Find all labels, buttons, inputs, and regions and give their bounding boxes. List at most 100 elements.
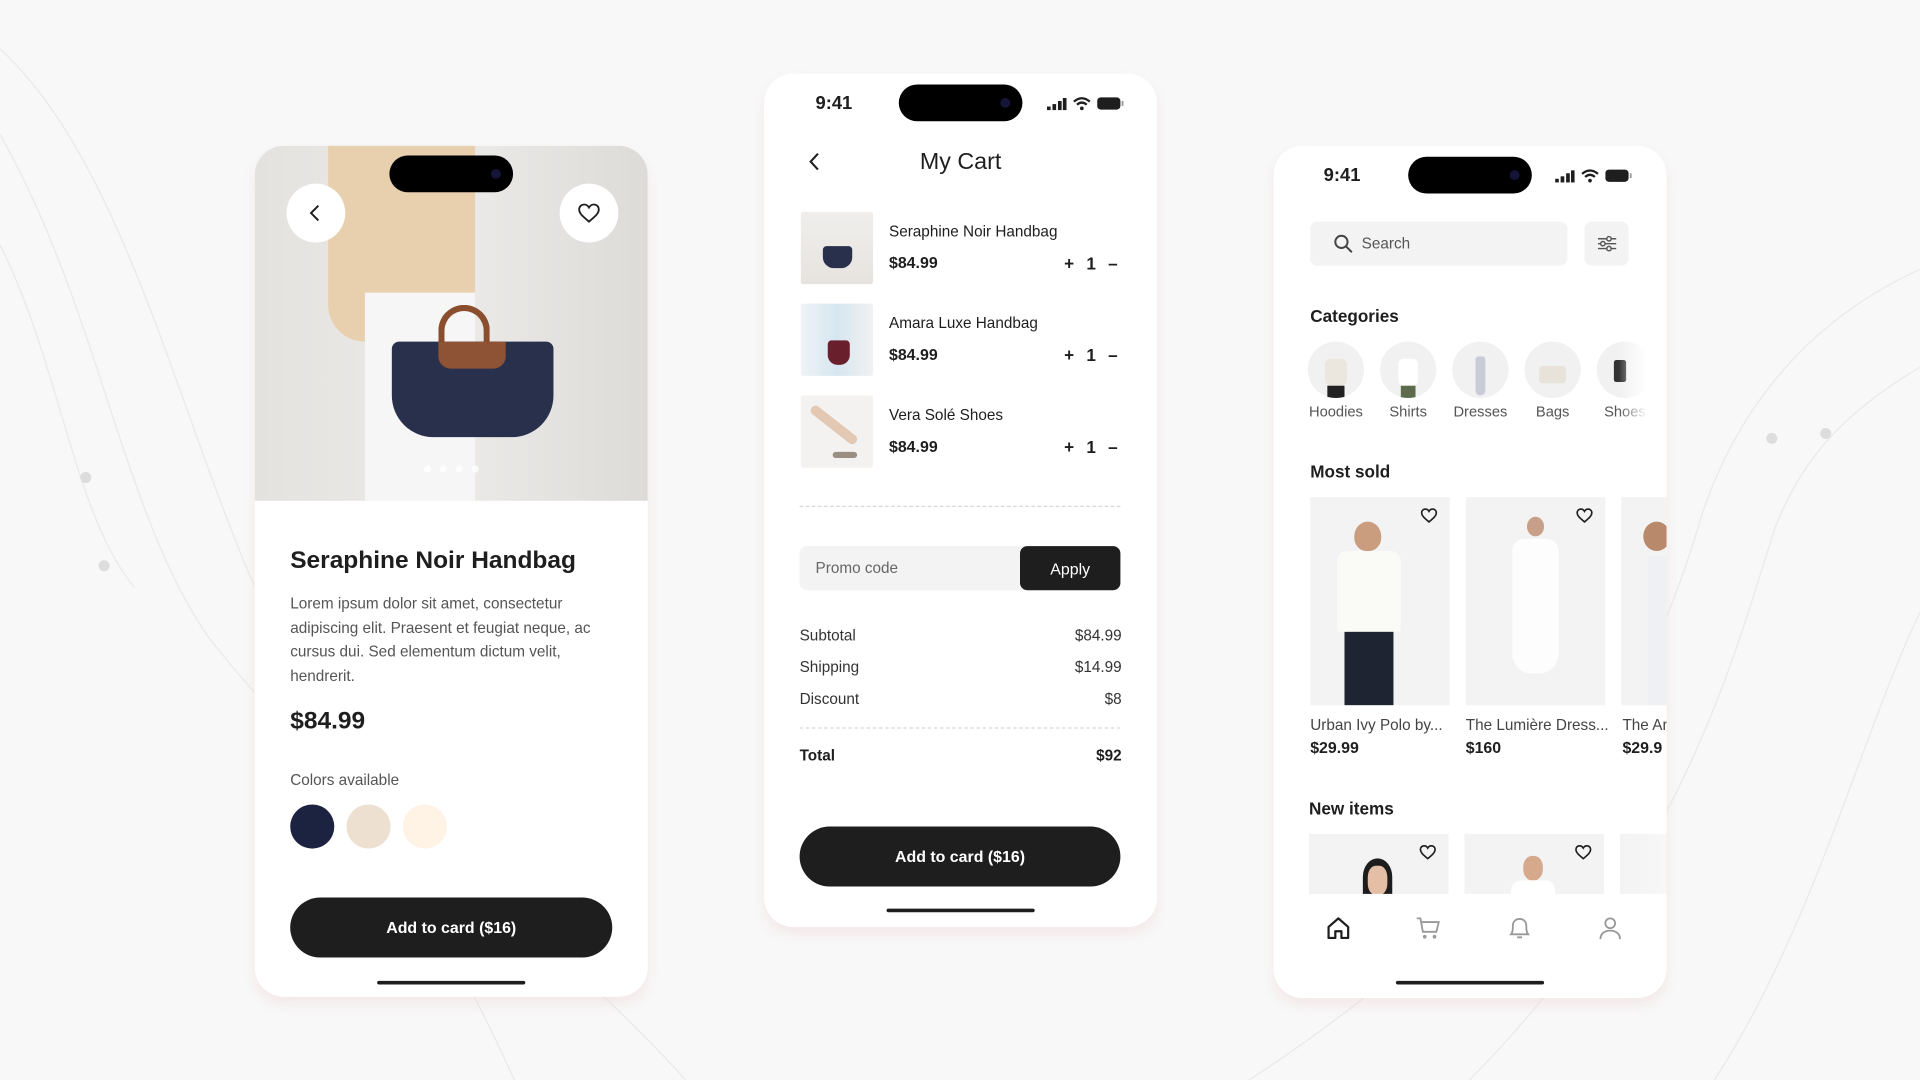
increase-button[interactable]: + (1064, 437, 1074, 457)
divider (799, 505, 1121, 507)
signal-icon (1046, 97, 1067, 110)
shipping-value: $14.99 (1074, 658, 1122, 676)
category-label: Bags (1535, 402, 1570, 421)
add-to-cart-button[interactable]: Add to card ($16) (290, 897, 613, 958)
status-icons (1046, 97, 1124, 111)
heart-icon[interactable] (1420, 508, 1438, 523)
cart-item-thumbnail (800, 303, 874, 376)
cart-title: My Cart (919, 149, 1002, 176)
search-placeholder: Search (1361, 235, 1411, 253)
product-card[interactable] (1620, 833, 1667, 896)
category-label: Dresses (1453, 402, 1508, 421)
quantity-value: 1 (1086, 253, 1096, 274)
back-button[interactable] (286, 183, 346, 243)
dynamic-island (389, 155, 514, 193)
category-label: Hoodies (1308, 402, 1363, 421)
product-card[interactable] (1310, 497, 1450, 706)
battery-icon (1605, 169, 1632, 182)
status-time: 9:41 (1323, 165, 1361, 187)
home-icon[interactable] (1326, 916, 1350, 940)
cart-item-name: Vera Solé Shoes (888, 406, 1004, 424)
user-icon[interactable] (1598, 916, 1622, 940)
heart-icon[interactable] (1576, 508, 1593, 523)
colors-label: Colors available (290, 771, 400, 789)
cart-screen: 9:41 My Cart Seraphine Noir Handbag $84.… (764, 73, 1158, 927)
chevron-left-icon (309, 205, 320, 222)
total-label: Total (799, 746, 836, 765)
product-description: Lorem ipsum dolor sit amet, consectetur … (290, 595, 591, 684)
add-to-cart-button[interactable]: Add to card ($16) (799, 826, 1121, 887)
battery-icon (1097, 97, 1124, 110)
category-bags[interactable]: Bags (1517, 341, 1588, 421)
carousel-dot[interactable] (439, 465, 447, 473)
status-time: 9:41 (815, 93, 853, 114)
product-price: $29.99 (1310, 738, 1359, 757)
discount-row: Discount $8 (800, 691, 1122, 708)
increase-button[interactable]: + (1064, 253, 1074, 273)
carousel-dot-active[interactable] (423, 465, 432, 473)
categories-heading: Categories (1310, 306, 1399, 326)
increase-button[interactable]: + (1064, 345, 1074, 365)
product-price: $29.9 (1622, 738, 1663, 757)
wifi-icon (1581, 169, 1599, 183)
product-card[interactable] (1465, 497, 1606, 706)
cart-icon[interactable] (1416, 916, 1442, 940)
category-image (1524, 341, 1581, 398)
filter-sliders-icon (1597, 235, 1617, 252)
dynamic-island (1408, 156, 1532, 194)
quantity-value: 1 (1086, 345, 1096, 365)
category-dresses[interactable]: Dresses (1445, 341, 1516, 421)
quantity-stepper: +1– (1064, 253, 1118, 273)
discount-label: Discount (799, 690, 860, 708)
category-shirts[interactable]: Shirts (1373, 341, 1444, 420)
category-hoodies[interactable]: Hoodies (1300, 341, 1371, 421)
search-input[interactable]: Search (1310, 221, 1568, 266)
status-icons (1555, 169, 1632, 183)
color-swatch-beige[interactable] (346, 804, 391, 849)
carousel-dot[interactable] (455, 465, 463, 473)
decrease-button[interactable]: – (1108, 345, 1118, 365)
home-screen: 9:41 Search Categories Hoodies Shirts Dr… (1273, 145, 1667, 998)
category-image (1307, 341, 1365, 398)
product-price: $160 (1465, 738, 1502, 757)
fade-overlay (1618, 335, 1667, 434)
cart-item-name: Amara Luxe Handbag (888, 314, 1038, 332)
bell-icon[interactable] (1507, 916, 1531, 940)
quantity-stepper: +1– (1064, 345, 1118, 365)
product-name: Urban Ivy Polo by... (1310, 716, 1443, 734)
subtotal-label: Subtotal (799, 626, 856, 645)
total-row: Total $92 (800, 747, 1122, 764)
decor-dot (80, 472, 92, 484)
decrease-button[interactable]: – (1108, 437, 1118, 457)
product-title: Seraphine Noir Handbag (290, 547, 576, 575)
apply-button[interactable]: Apply (1020, 546, 1121, 591)
wifi-icon (1073, 97, 1091, 111)
subtotal-row: Subtotal $84.99 (800, 627, 1122, 644)
cart-item-price: $84.99 (888, 253, 938, 272)
promo-placeholder: Promo code (815, 559, 899, 577)
carousel-dot[interactable] (471, 465, 479, 473)
new-items-heading: New items (1308, 798, 1394, 818)
total-value: $92 (1096, 746, 1122, 765)
most-sold-heading: Most sold (1310, 461, 1391, 482)
signal-icon (1555, 169, 1575, 182)
heart-icon[interactable] (1575, 844, 1592, 860)
product-card[interactable] (1621, 497, 1667, 706)
product-detail-screen: Seraphine Noir Handbag Lorem ipsum dolor… (254, 145, 648, 997)
heart-icon[interactable] (1419, 844, 1436, 860)
product-name: The Lumière Dress... (1465, 716, 1609, 734)
cart-item-thumbnail (800, 211, 874, 285)
heart-icon (578, 203, 600, 223)
color-swatch-navy[interactable] (290, 804, 335, 849)
decor-dot (1766, 432, 1778, 444)
product-card[interactable] (1308, 833, 1449, 896)
dynamic-island (898, 84, 1023, 122)
favorite-button[interactable] (559, 183, 619, 243)
color-swatch-cream[interactable] (402, 804, 447, 849)
filter-button[interactable] (1584, 221, 1629, 266)
product-card[interactable] (1464, 833, 1605, 896)
cart-item-name: Seraphine Noir Handbag (888, 222, 1058, 241)
product-price: $84.99 (290, 707, 366, 735)
decor-dot (98, 560, 110, 572)
decrease-button[interactable]: – (1108, 253, 1118, 273)
